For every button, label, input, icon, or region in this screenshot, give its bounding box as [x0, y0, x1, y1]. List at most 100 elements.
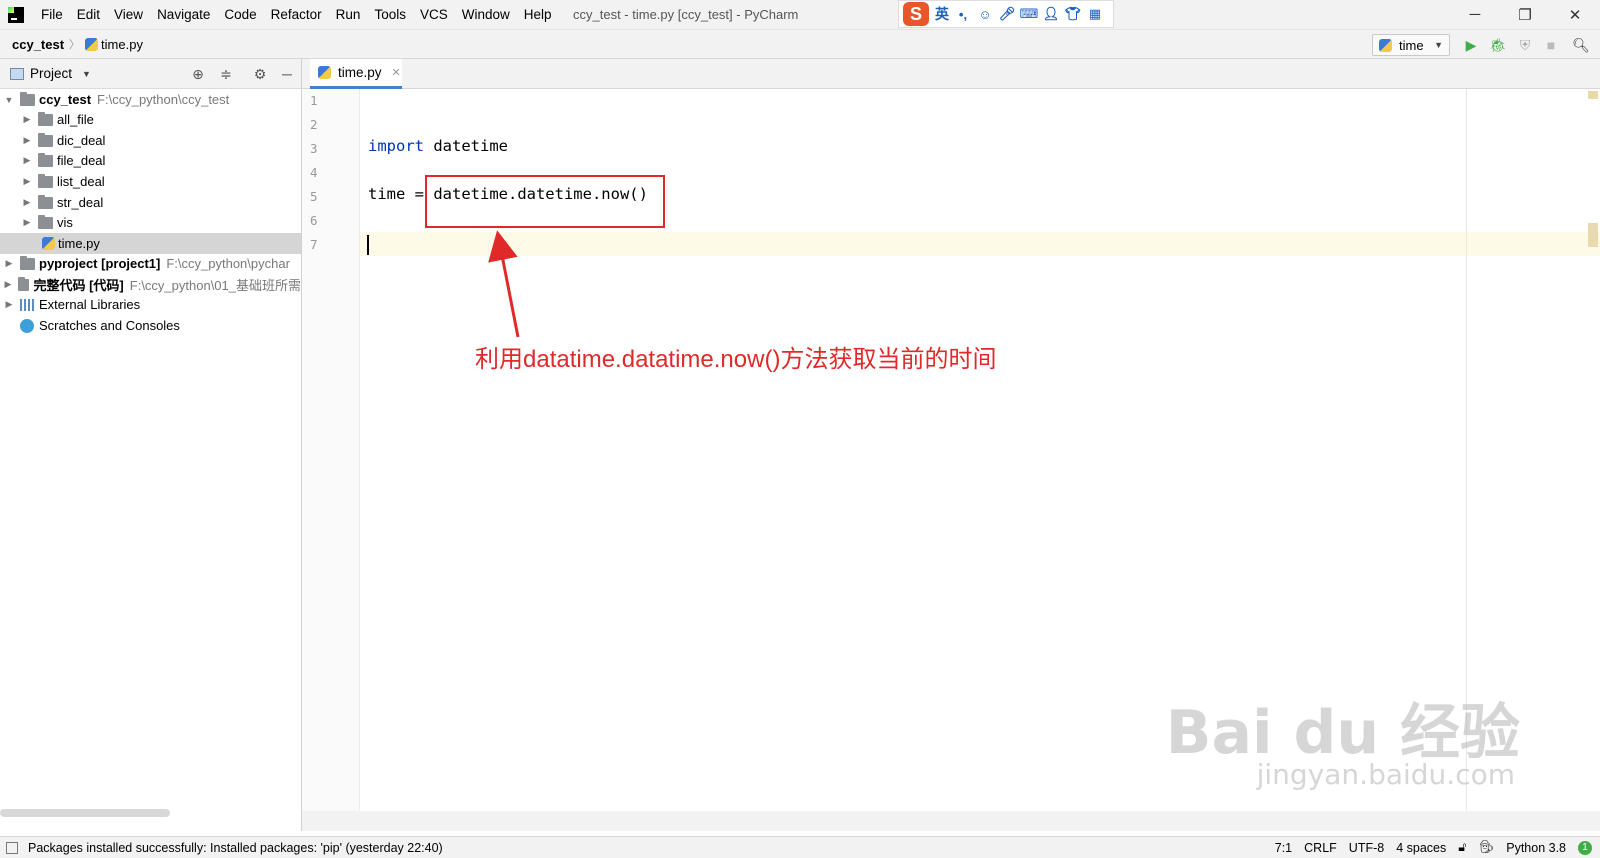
breadcrumb-file[interactable]: time.py	[85, 37, 143, 52]
restore-button[interactable]: ❐	[1500, 0, 1550, 29]
ime-language-toggle[interactable]: 英	[935, 4, 949, 24]
tree-item-external-libraries[interactable]: ▶ External Libraries	[0, 294, 301, 315]
collapsed-arrow-icon[interactable]: ▶	[22, 176, 32, 187]
tree-item-label: all_file	[57, 112, 94, 127]
lock-icon[interactable]: 🔓︎	[1458, 840, 1466, 855]
inspector-icon[interactable]: 🕵︎	[1478, 840, 1494, 855]
toggle-tool-windows-icon[interactable]	[6, 841, 18, 854]
menu-code[interactable]: Code	[217, 7, 263, 22]
project-panel-icon	[10, 67, 24, 80]
python-file-icon	[85, 37, 99, 51]
collapsed-arrow-icon[interactable]: ▶	[4, 299, 14, 310]
caret-stripe-marker[interactable]	[1588, 223, 1598, 247]
menu-navigate[interactable]: Navigate	[150, 7, 217, 22]
tree-item-all-file[interactable]: ▶ all_file	[0, 109, 301, 130]
tree-item-str-deal[interactable]: ▶ str_deal	[0, 192, 301, 213]
menu-tools[interactable]: Tools	[367, 7, 413, 22]
run-config-label: time	[1399, 37, 1424, 53]
close-icon[interactable]: ✕	[392, 66, 401, 79]
window-controls: ─ ❐ ✕	[1450, 0, 1600, 29]
run-icon[interactable]: ▶	[1462, 36, 1480, 54]
menu-help[interactable]: Help	[517, 7, 559, 22]
ime-toolbar: S 英 •, ☺ 🎤︎ ⌨ 👤︎ 👕︎ ▦	[898, 0, 1114, 28]
file-encoding[interactable]: UTF-8	[1349, 841, 1384, 855]
project-panel-title: Project	[30, 66, 73, 81]
python-interpreter[interactable]: Python 3.8	[1506, 841, 1566, 855]
chevron-down-icon: ▼	[82, 68, 91, 79]
code-editor[interactable]: import datetime time = datetime.datetime…	[360, 89, 1600, 811]
annotation-arrow-icon	[488, 230, 520, 338]
coverage-icon[interactable]: ⛨	[1516, 36, 1534, 54]
pycharm-logo-icon	[8, 6, 24, 23]
notifications-badge[interactable]: 1	[1578, 840, 1592, 855]
search-icon[interactable]: 🔍︎	[1572, 36, 1590, 54]
tree-item-vis[interactable]: ▶ vis	[0, 212, 301, 233]
menu-refactor[interactable]: Refactor	[264, 7, 329, 22]
project-view-selector[interactable]: Project ▼	[10, 66, 91, 81]
tree-item-time-py[interactable]: time.py	[0, 233, 301, 254]
ime-skin-icon[interactable]: 👕︎	[1065, 6, 1082, 22]
tree-item-file-deal[interactable]: ▶ file_deal	[0, 150, 301, 171]
collapse-all-icon[interactable]: ≑	[218, 66, 234, 83]
tree-item-ccy-test[interactable]: ▼ ccy_test F:\ccy_python\ccy_test	[0, 89, 301, 110]
ime-keyboard-icon[interactable]: ⌨	[1020, 6, 1039, 22]
tree-horizontal-scrollbar[interactable]	[0, 809, 170, 817]
ime-emoji-icon[interactable]: ☺	[977, 6, 993, 22]
collapsed-arrow-icon[interactable]: ▶	[4, 279, 12, 290]
window-title: ccy_test - time.py [ccy_test] - PyCharm	[573, 7, 799, 22]
project-panel-header: Project ▼ ⊕ ≑ ⚙ ─	[0, 59, 302, 89]
tree-item-path: F:\ccy_python\pychar	[166, 256, 290, 271]
gear-icon[interactable]: ⚙	[252, 66, 268, 83]
menu-view[interactable]: View	[107, 7, 150, 22]
collapsed-arrow-icon[interactable]: ▶	[22, 217, 32, 228]
tree-item-label: list_deal	[57, 174, 105, 189]
pycharm-window: File Edit View Navigate Code Refactor Ru…	[0, 0, 1600, 858]
folder-icon	[20, 255, 35, 270]
ime-user-icon[interactable]: 👤︎	[1043, 6, 1060, 22]
menu-vcs[interactable]: VCS	[413, 7, 455, 22]
ime-microphone-icon[interactable]: 🎤︎	[999, 6, 1016, 22]
tree-item-list-deal[interactable]: ▶ list_deal	[0, 171, 301, 192]
run-configuration-dropdown[interactable]: time ▼	[1372, 34, 1450, 56]
collapsed-arrow-icon[interactable]: ▶	[22, 135, 32, 146]
expanded-arrow-icon[interactable]: ▼	[4, 95, 14, 105]
line-number: 3	[310, 141, 318, 156]
collapsed-arrow-icon[interactable]: ▶	[22, 155, 32, 166]
locate-icon[interactable]: ⊕	[190, 66, 206, 83]
menu-run[interactable]: Run	[329, 7, 368, 22]
menu-file[interactable]: File	[34, 7, 70, 22]
tree-item-label: pyproject [project1]	[39, 256, 161, 271]
indent-setting[interactable]: 4 spaces	[1396, 841, 1446, 855]
collapsed-arrow-icon[interactable]: ▶	[4, 258, 14, 269]
line-separator[interactable]: CRLF	[1304, 841, 1337, 855]
debug-icon[interactable]: 🐞︎	[1489, 36, 1507, 54]
line-number: 4	[310, 165, 318, 180]
hide-panel-icon[interactable]: ─	[279, 66, 295, 82]
ime-punctuation-icon[interactable]: •,	[955, 6, 971, 22]
tab-time-py[interactable]: time.py ✕	[310, 59, 402, 89]
breadcrumb-project[interactable]: ccy_test	[0, 37, 64, 52]
tree-item-scratches[interactable]: Scratches and Consoles	[0, 315, 301, 336]
caret-position[interactable]: 7:1	[1275, 841, 1292, 855]
tree-item-label: time.py	[58, 236, 100, 251]
tree-item-pyproject[interactable]: ▶ pyproject [project1] F:\ccy_python\pyc…	[0, 253, 301, 274]
folder-icon	[38, 152, 53, 167]
minimize-button[interactable]: ─	[1450, 0, 1500, 29]
collapsed-arrow-icon[interactable]: ▶	[22, 197, 32, 208]
close-button[interactable]: ✕	[1550, 0, 1600, 29]
status-message[interactable]: Packages installed successfully: Install…	[28, 841, 443, 855]
project-tree: ▼ ccy_test F:\ccy_python\ccy_test ▶ all_…	[0, 89, 302, 831]
tree-item-label: Scratches and Consoles	[39, 318, 180, 333]
tab-label: time.py	[338, 65, 382, 80]
menu-edit[interactable]: Edit	[70, 7, 107, 22]
sogou-logo-icon[interactable]: S	[903, 2, 929, 26]
ime-toolbox-icon[interactable]: ▦	[1087, 6, 1103, 22]
line-number: 7	[310, 237, 318, 252]
editor-horizontal-scroll-area	[302, 811, 1600, 831]
collapsed-arrow-icon[interactable]: ▶	[22, 114, 32, 125]
stop-icon[interactable]: ■	[1542, 36, 1560, 54]
error-stripe-marker[interactable]	[1588, 91, 1598, 99]
tree-item-full-code[interactable]: ▶ 完整代码 [代码] F:\ccy_python\01_基础班所需	[0, 274, 301, 295]
tree-item-dic-deal[interactable]: ▶ dic_deal	[0, 130, 301, 151]
menu-window[interactable]: Window	[455, 7, 517, 22]
